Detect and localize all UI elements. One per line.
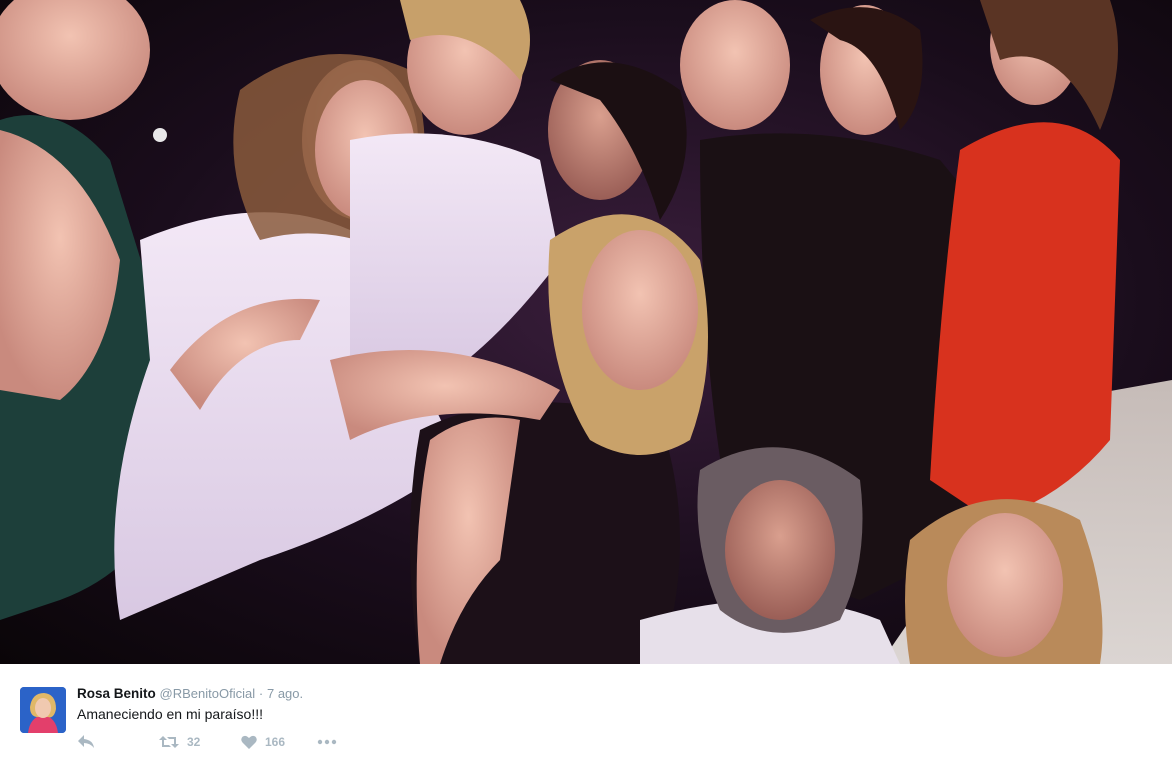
- retweet-count: 32: [187, 735, 201, 749]
- group-selfie-image: [0, 0, 1172, 664]
- tweet-timestamp[interactable]: 7 ago.: [267, 686, 303, 701]
- retweet-icon: [159, 736, 179, 748]
- author-name[interactable]: Rosa Benito: [77, 686, 156, 701]
- like-count: 166: [265, 735, 286, 749]
- like-button[interactable]: 166: [241, 735, 317, 749]
- retweet-button[interactable]: 32: [159, 735, 241, 749]
- tweet-header: Rosa Benito @RBenitoOficial · 7 ago.: [77, 685, 303, 703]
- reply-button[interactable]: [77, 734, 159, 750]
- avatar[interactable]: [20, 687, 66, 733]
- tweet-actions: 32 166: [77, 733, 337, 751]
- tweet-photo[interactable]: [0, 0, 1172, 664]
- author-handle[interactable]: @RBenitoOficial: [160, 686, 256, 701]
- reply-icon: [78, 735, 94, 748]
- tweet-text: Amaneciendo en mi paraíso!!!: [77, 706, 263, 722]
- heart-icon: [241, 735, 257, 749]
- more-button[interactable]: [317, 739, 337, 745]
- more-icon: [317, 739, 337, 745]
- header-separator: ·: [258, 686, 264, 701]
